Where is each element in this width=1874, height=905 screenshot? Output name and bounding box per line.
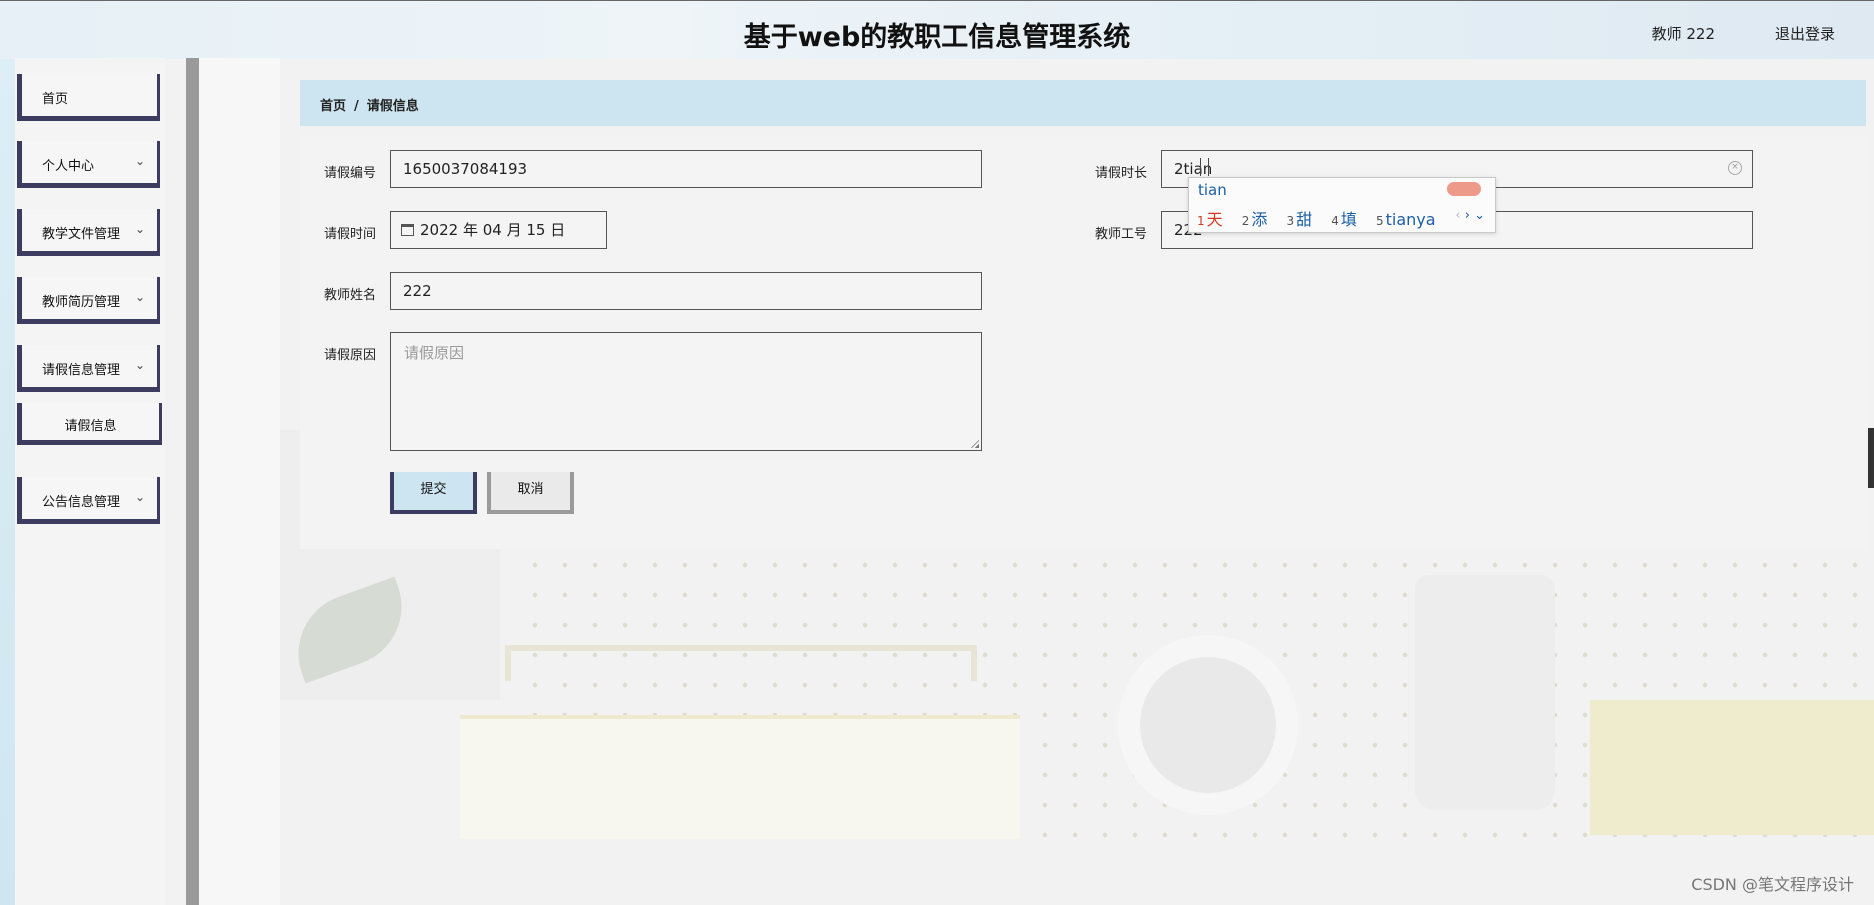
teacher-no-label: 教师工号: [1095, 227, 1148, 242]
ime-nav: ‹ › ⌄: [1455, 208, 1485, 223]
sidebar-item-teacher-resume[interactable]: 教师简历管理 ⌄: [17, 277, 160, 324]
calendar-icon: [401, 224, 414, 236]
ime-candidate[interactable]: 1天: [1197, 210, 1223, 229]
ime-candidate-list: 1天 2添 3甜 4填 5 tianya: [1197, 206, 1450, 230]
sidebar-item-label: 教师简历管理: [42, 295, 121, 310]
ime-expand-icon[interactable]: ⌄: [1474, 208, 1485, 223]
chevron-down-icon: ⌄: [134, 222, 145, 236]
ime-candidate[interactable]: 5 tianya: [1376, 210, 1436, 229]
ime-logo-icon: [1447, 182, 1481, 196]
sidebar-item-label: 首页: [42, 92, 69, 107]
ime-next-icon[interactable]: ›: [1465, 208, 1470, 223]
sidebar-item-label: 个人中心: [42, 159, 95, 174]
sidebar-scrollbar[interactable]: [186, 58, 199, 905]
breadcrumb-home[interactable]: 首页: [320, 99, 346, 114]
leave-time-datepicker[interactable]: 2022 年 04 月 15 日: [390, 211, 607, 249]
sidebar-item-personal-center[interactable]: 个人中心 ⌄: [17, 141, 160, 188]
leave-time-value: 2022 年 04 月 15 日: [420, 221, 566, 239]
chevron-down-icon: ⌄: [134, 490, 145, 504]
breadcrumb-separator: /: [354, 99, 359, 114]
chevron-down-icon: ⌄: [134, 358, 145, 372]
breadcrumb-current: 请假信息: [366, 99, 419, 114]
sidebar-item-announcements[interactable]: 公告信息管理 ⌄: [17, 477, 160, 524]
ime-candidate[interactable]: 2添: [1242, 210, 1268, 229]
logout-link[interactable]: 退出登录: [1775, 23, 1835, 44]
sidebar-item-leave-management[interactable]: 请假信息管理 ⌄: [17, 345, 160, 392]
ime-prev-icon[interactable]: ‹: [1455, 208, 1460, 223]
sidebar-item-label: 请假信息: [64, 419, 117, 434]
background-box-decoration: [460, 715, 1020, 839]
watermark: CSDN @笔文程序设计: [1691, 875, 1854, 894]
ime-candidate-popup: tian 1天 2添 3甜 4填 5 tianya ‹ › ⌄: [1188, 177, 1496, 233]
chevron-down-icon: ⌄: [134, 290, 145, 304]
teacher-name-label: 教师姓名: [324, 288, 377, 303]
sidebar-item-teaching-files[interactable]: 教学文件管理 ⌄: [17, 209, 160, 256]
resize-handle-icon[interactable]: [971, 440, 979, 448]
background-jar-decoration: [1415, 575, 1555, 810]
sidebar-item-label: 教学文件管理: [42, 227, 121, 242]
clear-icon[interactable]: ×: [1728, 161, 1742, 175]
teacher-name-input[interactable]: 222: [390, 272, 982, 310]
sidebar-item-home[interactable]: 首页: [17, 74, 160, 121]
sidebar-subitem-leave-info[interactable]: 请假信息: [17, 403, 162, 445]
page-scrollbar[interactable]: [1868, 428, 1874, 488]
breadcrumb: 首页 / 请假信息: [320, 95, 419, 114]
text-cursor-icon: [1200, 158, 1209, 176]
ime-composition: tian: [1198, 181, 1227, 199]
top-header: 基于web的教职工信息管理系统 教师 222 退出登录: [0, 0, 1874, 59]
background-tape-decoration: [1118, 635, 1298, 815]
ime-candidate[interactable]: 3甜: [1287, 210, 1313, 229]
cancel-button[interactable]: 取消: [487, 472, 574, 514]
reason-textarea[interactable]: 请假原因: [390, 332, 982, 451]
background-book-decoration: [1590, 700, 1874, 835]
background-tray-decoration: [505, 645, 977, 681]
current-user: 教师 222: [1651, 25, 1715, 43]
sidebar-item-label: 公告信息管理: [42, 495, 121, 510]
reason-label: 请假原因: [324, 348, 377, 363]
reason-placeholder: 请假原因: [404, 344, 465, 362]
leave-duration-label: 请假时长: [1095, 166, 1148, 181]
leave-no-input[interactable]: 1650037084193: [390, 150, 982, 188]
breadcrumb-bar: 首页 / 请假信息: [300, 80, 1866, 126]
sidebar-gap: [199, 58, 280, 905]
chevron-down-icon: ⌄: [134, 154, 145, 168]
submit-button[interactable]: 提交: [390, 472, 477, 514]
leave-no-label: 请假编号: [324, 166, 377, 181]
app-title: 基于web的教职工信息管理系统: [743, 22, 1131, 53]
ime-candidate[interactable]: 4填: [1331, 210, 1357, 229]
leave-time-label: 请假时间: [324, 227, 377, 242]
sidebar-item-label: 请假信息管理: [42, 363, 121, 378]
